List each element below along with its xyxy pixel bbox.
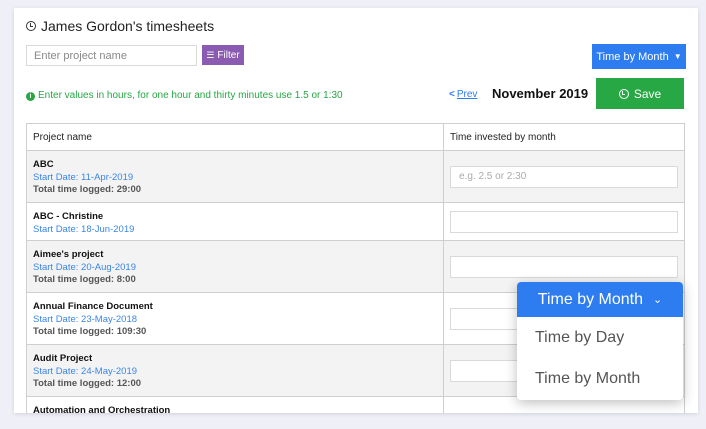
dropdown-option-month[interactable]: Time by Month — [517, 358, 683, 399]
current-month: November 2019 — [492, 86, 589, 101]
hint-message: i Enter values in hours, for one hour and… — [26, 88, 346, 103]
time-input[interactable] — [450, 165, 678, 188]
time-input[interactable] — [450, 255, 678, 278]
project-start-date: Start Date: 23-May-2018 — [33, 313, 138, 325]
filter-button[interactable]: ☰ Filter — [202, 45, 244, 65]
table-row: ABC - Christine Start Date: 18-Jun-2019 — [27, 203, 684, 241]
project-start-date: Start Date: 11-Apr-2019 — [33, 171, 134, 183]
project-name: Audit Project — [33, 353, 93, 364]
prev-month-link[interactable]: < Prev — [449, 89, 477, 100]
save-button[interactable]: Save — [596, 78, 684, 109]
clock-icon — [26, 21, 36, 31]
project-start-date: Start Date: 18-Jun-2019 — [33, 223, 135, 235]
chevron-left-icon: < — [449, 89, 455, 100]
project-name: Aimee's project — [33, 249, 104, 260]
page-title: James Gordon's timesheets — [26, 18, 214, 34]
project-time-logged: Total time logged: 8:00 — [33, 274, 136, 285]
info-icon: i — [26, 92, 35, 101]
project-start-date: Start Date: 20-Aug-2019 — [33, 261, 136, 273]
project-name: Annual Finance Document — [33, 301, 153, 312]
dropdown-option-day[interactable]: Time by Day — [517, 317, 683, 358]
project-name: ABC - Christine — [33, 211, 104, 222]
column-header-time: Time invested by month — [450, 131, 556, 143]
sliders-icon: ☰ — [206, 49, 215, 60]
save-button-label: Save — [633, 86, 662, 101]
prev-label: Prev — [456, 89, 478, 100]
column-header-project: Project name — [27, 124, 444, 150]
project-search-input[interactable] — [26, 45, 197, 66]
project-time-logged: Total time logged: 29:00 — [33, 184, 142, 195]
time-mode-button[interactable]: Time by Month ▼ — [592, 44, 686, 69]
clock-icon — [618, 88, 629, 99]
table-header: Project name Time invested by month — [27, 124, 684, 151]
table-row: ABC Start Date: 11-Apr-2019 Total time l… — [27, 151, 684, 203]
project-name: ABC — [33, 159, 54, 170]
time-mode-button-label: Time by Month — [596, 50, 669, 63]
dropdown-selected-label: Time by Month — [537, 290, 643, 308]
project-time-logged: Total time logged: 109:30 — [33, 326, 147, 337]
project-start-date: Start Date: 24-May-2019 — [33, 365, 138, 377]
filter-button-label: Filter — [217, 49, 240, 61]
hint-text: Enter values in hours, for one hour and … — [38, 90, 343, 101]
time-input[interactable] — [450, 210, 678, 233]
page-title-text: James Gordon's timesheets — [41, 18, 215, 34]
chevron-down-icon: ▼ — [673, 52, 682, 61]
time-mode-dropdown: Time by Month ⌄ Time by Day Time by Mont… — [517, 282, 683, 400]
project-time-logged: Total time logged: 12:00 — [33, 378, 142, 389]
chevron-down-icon: ⌄ — [653, 294, 663, 306]
time-mode-dropdown-toggle[interactable]: Time by Month ⌄ — [517, 282, 683, 317]
project-name: Automation and Orchestration — [33, 405, 171, 413]
